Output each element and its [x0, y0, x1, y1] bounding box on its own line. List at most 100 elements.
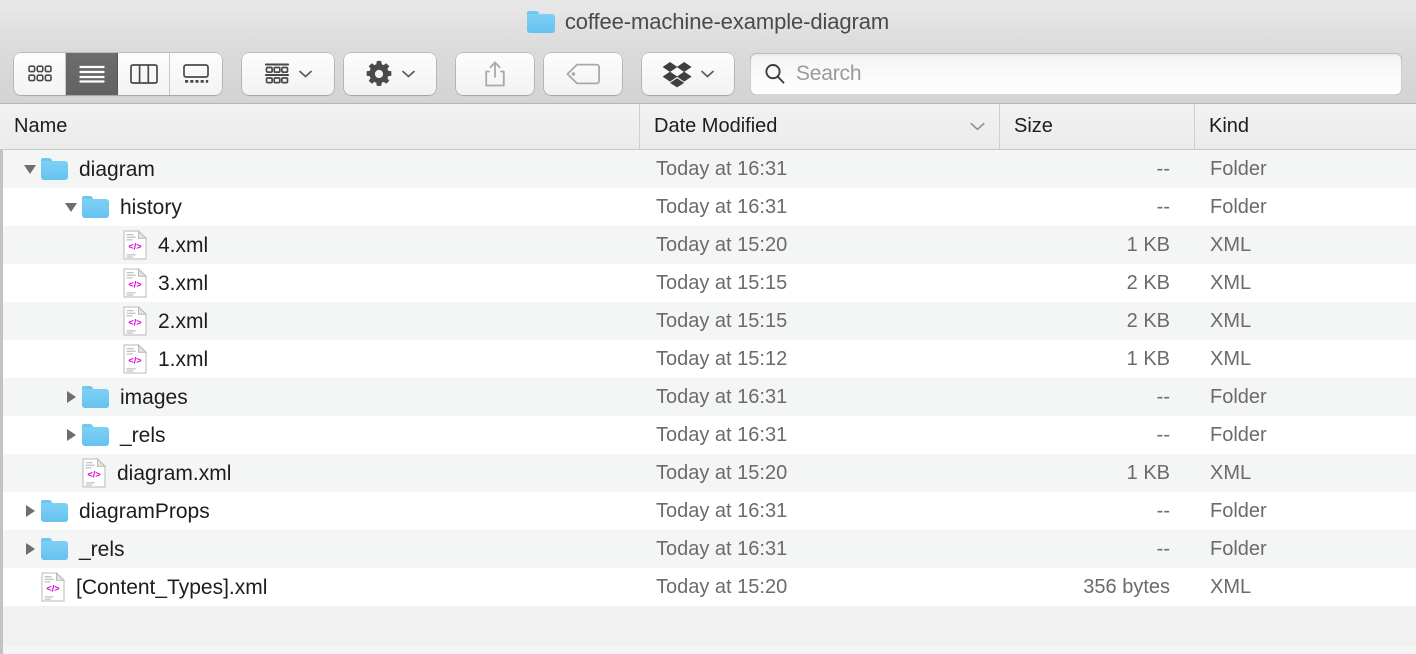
file-name: diagram.xml [117, 463, 231, 484]
disclosure-triangle-expanded[interactable] [19, 150, 41, 188]
table-row[interactable]: _relsToday at 16:31--Folder [3, 416, 1416, 454]
cell-size: 1 KB [1000, 348, 1195, 371]
search-field[interactable]: Search [750, 53, 1402, 95]
finder-window: coffee-machine-example-diagram [0, 0, 1416, 654]
cell-size: 2 KB [1000, 310, 1195, 333]
file-name: images [120, 387, 188, 408]
cell-size: -- [1000, 158, 1195, 181]
column-header-kind[interactable]: Kind [1195, 104, 1416, 149]
xml-file-icon: </> [123, 230, 147, 260]
column-header-size[interactable]: Size [1000, 104, 1195, 149]
svg-text:</>: </> [87, 469, 100, 479]
cell-size: 1 KB [1000, 462, 1195, 485]
cell-date-modified: Today at 15:15 [640, 272, 1000, 295]
disclosure-triangle-collapsed[interactable] [19, 530, 41, 568]
cell-size: 2 KB [1000, 272, 1195, 295]
file-list-empty-area [3, 606, 1416, 646]
share-icon [483, 60, 507, 88]
folder-icon [527, 11, 555, 34]
cell-name: </> 1.xml [3, 340, 640, 378]
table-row[interactable]: diagram Today at 16:31--Folder [3, 150, 1416, 188]
folder-icon [41, 158, 68, 180]
group-by-button[interactable] [242, 53, 334, 95]
cell-kind: Folder [1195, 386, 1416, 409]
cell-date-modified: Today at 16:31 [640, 196, 1000, 219]
disclosure-triangle-collapsed[interactable] [60, 416, 82, 454]
column-header-name[interactable]: Name [0, 104, 640, 149]
triangle-right-icon [23, 504, 37, 518]
group-icon [264, 63, 290, 85]
tag-button[interactable] [544, 53, 622, 95]
cell-kind: Folder [1195, 196, 1416, 219]
folder-icon [82, 196, 109, 218]
xml-file-icon: </> [123, 268, 147, 298]
table-row[interactable]: history Today at 16:31--Folder [3, 188, 1416, 226]
column-view-button[interactable] [118, 53, 170, 95]
gear-icon [365, 60, 393, 88]
xml-file-icon: </> [123, 306, 147, 336]
table-row[interactable]: images Today at 16:31--Folder [3, 378, 1416, 416]
cell-name: history [3, 188, 640, 226]
column-header-date-modified[interactable]: Date Modified [640, 104, 1000, 149]
cell-date-modified: Today at 16:31 [640, 158, 1000, 181]
cell-date-modified: Today at 16:31 [640, 386, 1000, 409]
table-row[interactable]: </>diagram.xmlToday at 15:201 KBXML [3, 454, 1416, 492]
xml-file-icon: </> [82, 458, 106, 488]
cell-kind: Folder [1195, 158, 1416, 181]
action-button[interactable] [344, 53, 436, 95]
cell-kind: XML [1195, 576, 1416, 599]
file-name: 1.xml [158, 349, 208, 370]
disclosure-spacer [101, 340, 123, 378]
cell-name: </>[Content_Types].xml [3, 568, 640, 606]
title-bar: coffee-machine-example-diagram [0, 0, 1416, 44]
cell-size: -- [1000, 196, 1195, 219]
table-row[interactable]: </>3.xmlToday at 15:152 KBXML [3, 264, 1416, 302]
file-name: 2.xml [158, 311, 208, 332]
disclosure-triangle-expanded[interactable] [60, 188, 82, 226]
cell-name: _rels [3, 530, 640, 568]
chevron-down-icon [299, 70, 312, 78]
file-name: [Content_Types].xml [76, 577, 267, 598]
dropbox-button[interactable] [642, 53, 734, 95]
table-row[interactable]: diagramPropsToday at 16:31--Folder [3, 492, 1416, 530]
table-row[interactable]: </>4.xmlToday at 15:201 KBXML [3, 226, 1416, 264]
cell-name: diagramProps [3, 492, 640, 530]
icon-view-button[interactable] [14, 53, 66, 95]
disclosure-spacer [60, 454, 82, 492]
file-name: diagram [79, 159, 155, 180]
dropbox-icon [662, 60, 692, 88]
column-headers: Name Date Modified Size Kind [0, 104, 1416, 150]
view-mode-segmented-control[interactable] [14, 53, 222, 95]
cell-size: 356 bytes [1000, 576, 1195, 599]
xml-file-icon: </> [123, 344, 147, 374]
columns-icon [130, 64, 158, 84]
disclosure-spacer [101, 302, 123, 340]
disclosure-triangle-collapsed[interactable] [19, 492, 41, 530]
svg-text:</>: </> [128, 317, 141, 327]
triangle-down-icon [23, 162, 37, 176]
cell-kind: XML [1195, 234, 1416, 257]
table-row[interactable]: _relsToday at 16:31--Folder [3, 530, 1416, 568]
disclosure-triangle-collapsed[interactable] [60, 378, 82, 416]
cell-size: -- [1000, 538, 1195, 561]
cell-date-modified: Today at 15:20 [640, 462, 1000, 485]
disclosure-spacer [19, 568, 41, 606]
file-list[interactable]: diagramToday at 16:31--FolderhistoryToda… [0, 150, 1416, 654]
list-view-button[interactable] [66, 53, 118, 95]
cell-name: </> diagram.xml [3, 454, 640, 492]
file-name: history [120, 197, 182, 218]
table-row[interactable]: </>1.xmlToday at 15:121 KBXML [3, 340, 1416, 378]
gallery-icon [182, 64, 210, 84]
gallery-view-button[interactable] [170, 53, 222, 95]
share-button[interactable] [456, 53, 534, 95]
table-row[interactable]: </>[Content_Types].xmlToday at 15:20356 … [3, 568, 1416, 606]
cell-date-modified: Today at 15:12 [640, 348, 1000, 371]
triangle-right-icon [64, 428, 78, 442]
cell-date-modified: Today at 16:31 [640, 424, 1000, 447]
cell-size: -- [1000, 386, 1195, 409]
cell-size: -- [1000, 500, 1195, 523]
title-group: coffee-machine-example-diagram [527, 9, 889, 35]
table-row[interactable]: </>2.xmlToday at 15:152 KBXML [3, 302, 1416, 340]
window-title: coffee-machine-example-diagram [565, 9, 889, 35]
chevron-down-icon [701, 70, 714, 78]
